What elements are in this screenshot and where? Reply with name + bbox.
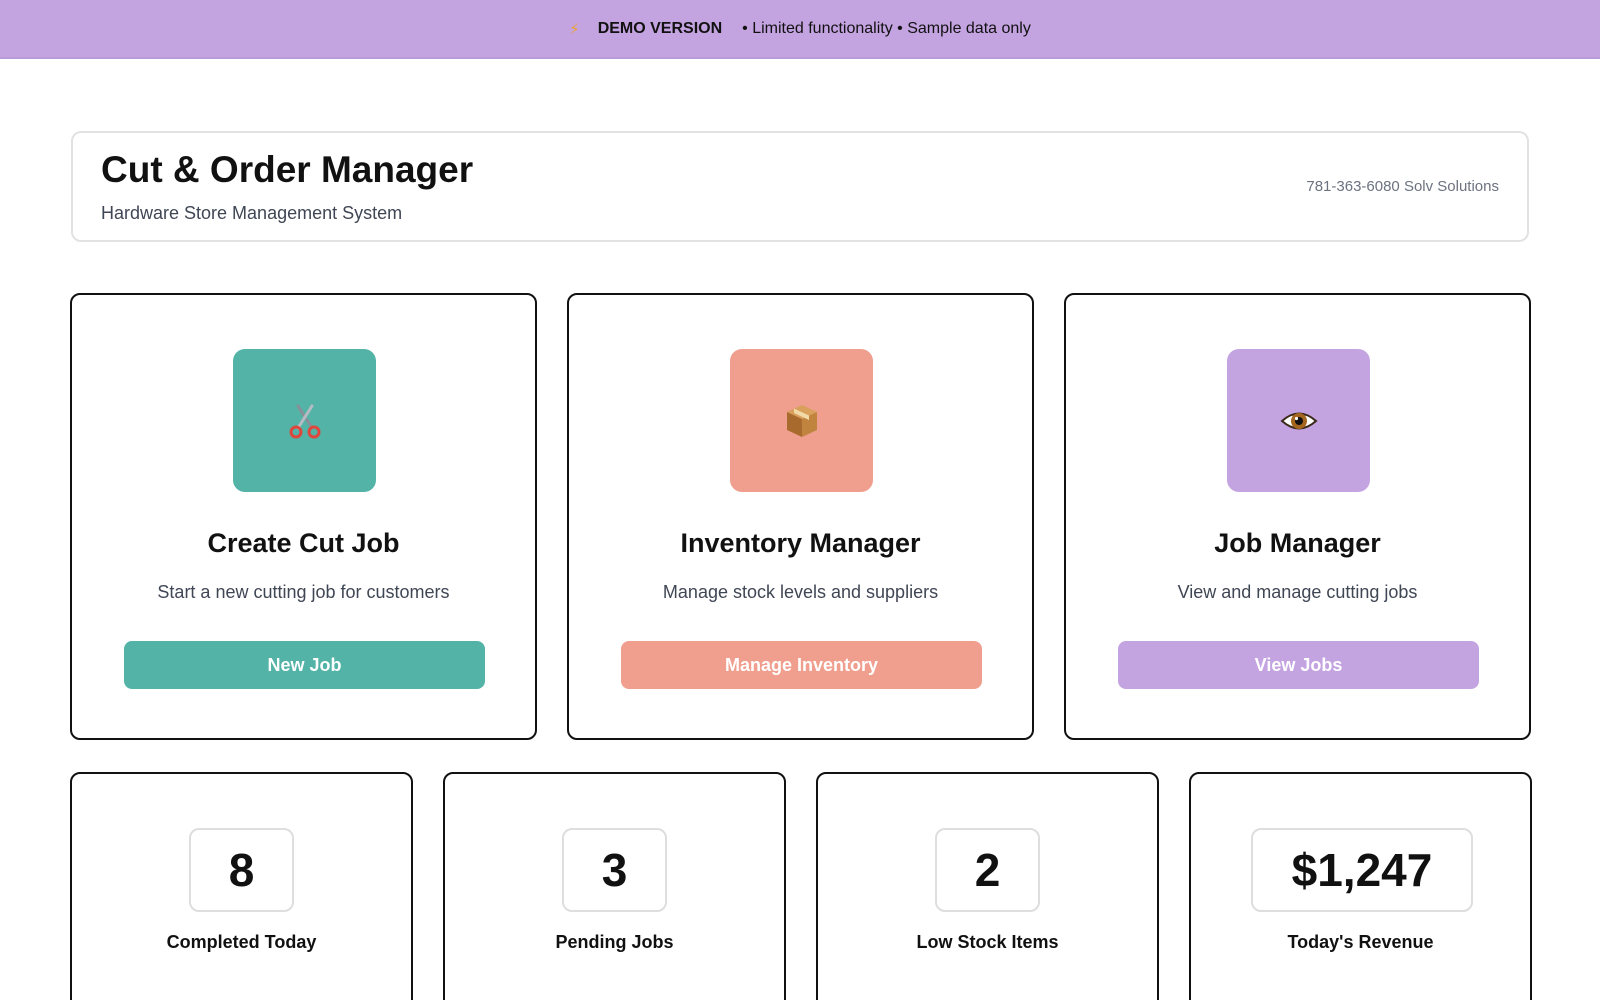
stat-label: Pending Jobs <box>555 932 674 952</box>
stat-value: 3 <box>562 828 667 912</box>
demo-banner: ⚡ DEMO VERSION • Limited functionality •… <box>0 0 1600 59</box>
lightning-bolt-icon: ⚡ <box>569 20 580 38</box>
page-subtitle: Hardware Store Management System <box>101 203 403 223</box>
demo-banner-message: • Limited functionality • Sample data on… <box>742 19 1031 37</box>
new-job-button[interactable]: New Job <box>124 641 485 689</box>
create-cut-job-title: Create Cut Job <box>207 528 400 558</box>
stat-value: 2 <box>935 828 1040 912</box>
stat-value: 8 <box>189 828 294 912</box>
job-manager-title: Job Manager <box>1214 528 1381 558</box>
inventory-manager-icon-tile <box>730 349 873 492</box>
view-jobs-button[interactable]: View Jobs <box>1118 641 1479 689</box>
eye-icon <box>1279 412 1318 429</box>
stat-card-pending-jobs: 3 Pending Jobs <box>443 772 786 1000</box>
contact-info: 781-363-6080 Solv Solutions <box>1306 178 1499 195</box>
inventory-manager-title: Inventory Manager <box>680 528 921 558</box>
scissors-icon <box>289 404 320 438</box>
create-cut-job-card: Create Cut Job Start a new cutting job f… <box>70 293 537 740</box>
stat-label: Completed Today <box>166 932 317 952</box>
package-icon <box>786 404 817 437</box>
create-cut-job-icon-tile <box>233 349 376 492</box>
inventory-manager-description: Manage stock levels and suppliers <box>662 582 939 602</box>
job-manager-card: Job Manager View and manage cutting jobs… <box>1064 293 1531 740</box>
stat-card-completed-today: 8 Completed Today <box>70 772 413 1000</box>
job-manager-description: View and manage cutting jobs <box>1177 582 1418 602</box>
stat-label: Low Stock Items <box>916 932 1059 952</box>
demo-banner-title: DEMO VERSION <box>597 19 723 37</box>
create-cut-job-description: Start a new cutting job for customers <box>157 582 450 602</box>
stat-label: Today's Revenue <box>1287 932 1434 952</box>
stat-card-todays-revenue: $1,247 Today's Revenue <box>1189 772 1532 1000</box>
stat-card-low-stock-items: 2 Low Stock Items <box>816 772 1159 1000</box>
stat-value: $1,247 <box>1251 828 1473 912</box>
inventory-manager-card: Inventory Manager Manage stock levels an… <box>567 293 1034 740</box>
manage-inventory-button[interactable]: Manage Inventory <box>621 641 982 689</box>
page-title: Cut & Order Manager <box>101 149 474 190</box>
header-card: Cut & Order Manager Hardware Store Manag… <box>71 131 1529 242</box>
job-manager-icon-tile <box>1227 349 1370 492</box>
